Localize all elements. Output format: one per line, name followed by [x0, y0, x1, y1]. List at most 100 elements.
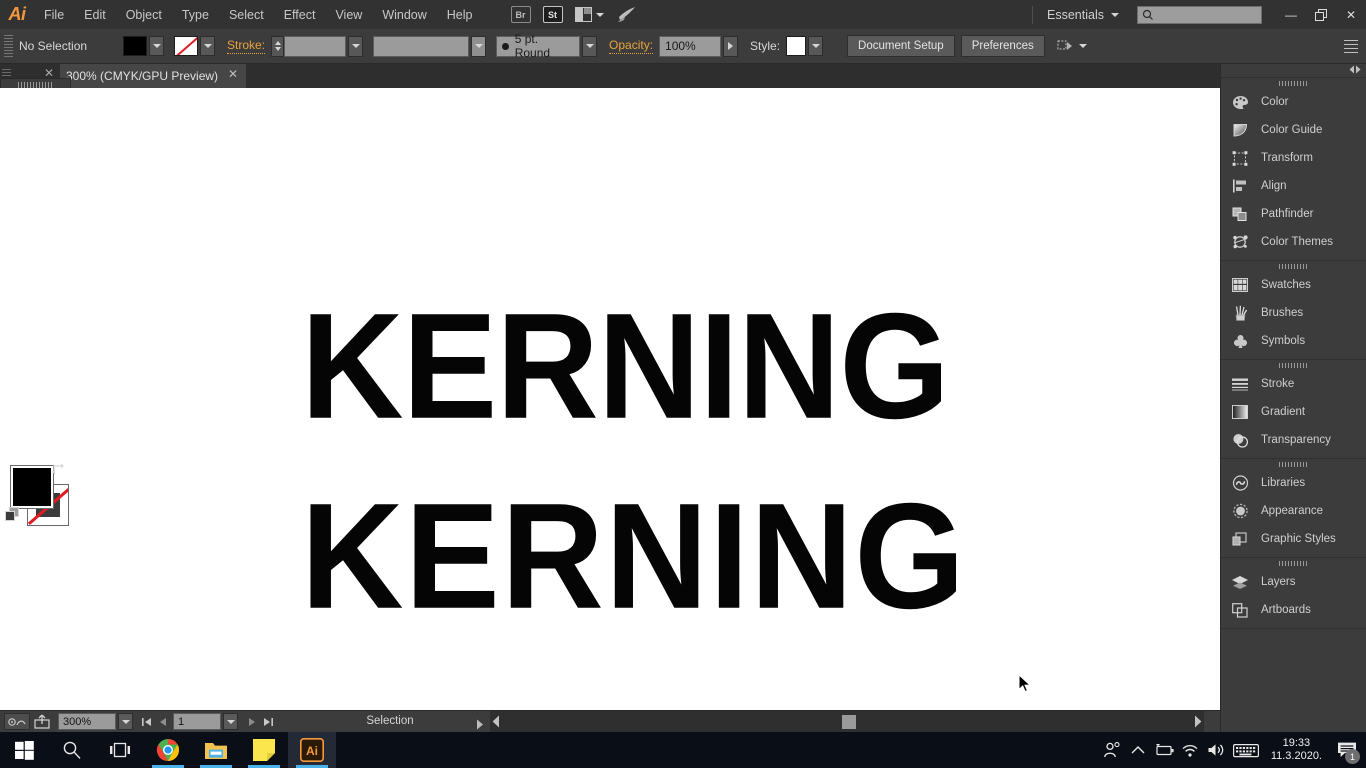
next-artboard-button[interactable]	[244, 713, 260, 731]
brush-definition-dropdown[interactable]	[582, 35, 598, 57]
rocket-icon[interactable]	[616, 6, 638, 24]
wifi-icon[interactable]	[1177, 732, 1203, 768]
illustrator-button[interactable]: Ai	[288, 732, 336, 768]
zoom-level-input[interactable]: 300%	[58, 713, 116, 730]
canvas-horizontal-scrollbar[interactable]	[490, 711, 1204, 733]
scroll-right-arrow-icon[interactable]	[1194, 715, 1202, 733]
variable-width-profile-dropdown[interactable]	[471, 35, 487, 57]
panel-item-color[interactable]: Color	[1221, 88, 1366, 116]
menu-type[interactable]: Type	[172, 0, 219, 29]
panel-item-artboards[interactable]: Artboards	[1221, 596, 1366, 624]
menu-effect[interactable]: Effect	[274, 0, 326, 29]
restore-button[interactable]	[1306, 0, 1336, 29]
menu-view[interactable]: View	[325, 0, 372, 29]
sticky-notes-button[interactable]	[240, 732, 288, 768]
panel-item-color-guide[interactable]: Color Guide	[1221, 116, 1366, 144]
first-artboard-button[interactable]	[139, 713, 155, 731]
menu-window[interactable]: Window	[372, 0, 436, 29]
people-icon[interactable]	[1099, 732, 1125, 768]
panel-group-gripper[interactable]	[1221, 459, 1366, 469]
artboard-number-input[interactable]: 1	[173, 713, 221, 730]
document-tab-close-icon[interactable]: ✕	[228, 67, 238, 81]
menu-file[interactable]: File	[34, 0, 74, 29]
arrange-documents-icon[interactable]	[574, 6, 604, 23]
last-artboard-button[interactable]	[260, 713, 276, 731]
panel-item-appearance[interactable]: Appearance	[1221, 497, 1366, 525]
panel-item-layers[interactable]: Layers	[1221, 568, 1366, 596]
stroke-weight-input[interactable]	[284, 35, 347, 57]
previous-artboard-button[interactable]	[155, 713, 171, 731]
menu-object[interactable]: Object	[116, 0, 172, 29]
swap-fill-stroke-icon[interactable]	[52, 462, 66, 476]
menu-help[interactable]: Help	[437, 0, 483, 29]
collapse-panels-icon[interactable]	[1348, 65, 1362, 77]
default-fill-stroke-icon[interactable]	[4, 506, 21, 523]
panel-group-gripper[interactable]	[1221, 360, 1366, 370]
brush-definition-input[interactable]: 5 pt. Round	[496, 32, 581, 60]
stroke-weight-stepper[interactable]	[271, 35, 285, 57]
document-tab[interactable]: 300% (CMYK/GPU Preview) ✕	[60, 64, 246, 88]
scroll-left-arrow-icon[interactable]	[492, 715, 500, 733]
opacity-input[interactable]: 100%	[659, 35, 722, 57]
search-input[interactable]	[1137, 5, 1262, 24]
panel-item-swatches[interactable]: Swatches	[1221, 271, 1366, 299]
control-bar-gripper[interactable]	[4, 35, 13, 57]
artwork-text-loose-kerning[interactable]: KERNING	[301, 470, 966, 644]
panel-item-stroke[interactable]: Stroke	[1221, 370, 1366, 398]
search-button[interactable]	[48, 732, 96, 768]
drawing-preferences-icon[interactable]	[4, 713, 30, 730]
panel-item-libraries[interactable]: Libraries	[1221, 469, 1366, 497]
menu-edit[interactable]: Edit	[74, 0, 116, 29]
artboard-number-dropdown[interactable]	[223, 713, 238, 730]
close-button[interactable]: ✕	[1336, 0, 1366, 29]
start-button[interactable]	[0, 732, 48, 768]
panel-item-gradient[interactable]: Gradient	[1221, 398, 1366, 426]
horizontal-scroll-thumb[interactable]	[842, 715, 856, 729]
adobe-stock-icon[interactable]: St	[542, 6, 563, 23]
panel-group-gripper[interactable]	[1221, 558, 1366, 568]
hidden-options-cluster[interactable]	[1057, 39, 1087, 54]
workspace-switcher[interactable]: Essentials	[1039, 0, 1127, 29]
bridge-icon[interactable]: Br	[510, 6, 531, 23]
file-explorer-button[interactable]	[192, 732, 240, 768]
panel-item-symbols[interactable]: Symbols	[1221, 327, 1366, 355]
task-view-button[interactable]	[96, 732, 144, 768]
panel-group-gripper[interactable]	[1221, 78, 1366, 88]
panel-item-transparency[interactable]: Transparency	[1221, 426, 1366, 454]
graphic-style-swatch[interactable]	[786, 36, 807, 56]
panel-item-transform[interactable]: Transform	[1221, 144, 1366, 172]
notification-center-button[interactable]: 1	[1330, 732, 1364, 768]
minimize-button[interactable]: —	[1276, 0, 1306, 29]
arrange-chevron-down-icon[interactable]	[595, 12, 604, 17]
select-similar-objects-icon[interactable]	[1057, 39, 1074, 54]
panel-item-graphic-styles[interactable]: Graphic Styles	[1221, 525, 1366, 553]
opacity-flyout-button[interactable]	[723, 35, 739, 57]
panel-group-gripper[interactable]	[1221, 261, 1366, 271]
taskbar-clock[interactable]: 19:33 11.3.2020.	[1263, 732, 1330, 768]
fill-color-swatch[interactable]	[123, 36, 147, 56]
panel-item-brushes[interactable]: Brushes	[1221, 299, 1366, 327]
menu-select[interactable]: Select	[219, 0, 274, 29]
panel-item-color-themes[interactable]: Color Themes	[1221, 228, 1366, 256]
stroke-weight-dropdown[interactable]	[348, 35, 364, 57]
fill-swatch-dropdown[interactable]	[149, 36, 164, 56]
stroke-color-swatch[interactable]	[174, 36, 198, 56]
chrome-button[interactable]	[144, 732, 192, 768]
preferences-button[interactable]: Preferences	[960, 35, 1045, 57]
artboard-canvas[interactable]: KERNING KERNING	[0, 88, 1220, 710]
show-hidden-icons-chevron[interactable]	[1125, 732, 1151, 768]
panel-item-pathfinder[interactable]: Pathfinder	[1221, 200, 1366, 228]
artwork-text-tight-kerning[interactable]: KERNING	[301, 280, 950, 454]
volume-icon[interactable]	[1203, 732, 1229, 768]
control-bar-menu-button[interactable]	[1344, 39, 1358, 53]
battery-icon[interactable]	[1151, 732, 1177, 768]
fill-color-indicator[interactable]	[10, 465, 54, 509]
stroke-swatch-dropdown[interactable]	[200, 36, 215, 56]
stroke-weight-label[interactable]: Stroke:	[227, 38, 266, 54]
document-setup-button[interactable]: Document Setup	[847, 35, 955, 57]
hidden-options-chevron-down-icon[interactable]	[1078, 44, 1087, 48]
zoom-level-dropdown[interactable]	[118, 713, 133, 730]
share-document-icon[interactable]	[30, 714, 54, 729]
opacity-label[interactable]: Opacity:	[609, 38, 654, 54]
graphic-style-dropdown[interactable]	[808, 36, 824, 56]
